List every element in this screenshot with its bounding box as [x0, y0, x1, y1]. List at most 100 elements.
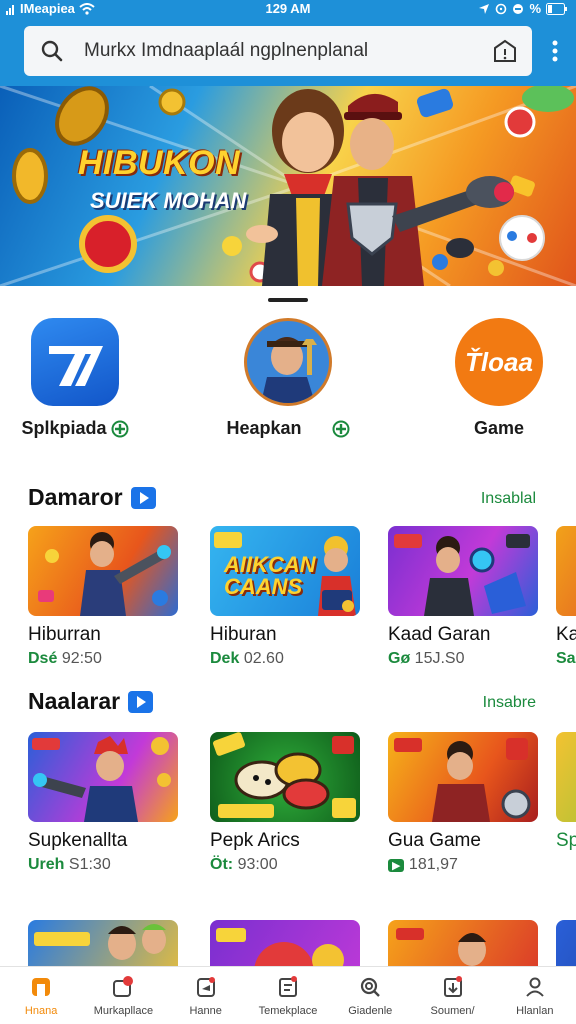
marketplace-icon — [113, 976, 134, 997]
top-app-label: Game — [429, 418, 569, 439]
nav-giadenle[interactable]: Giadenle — [329, 967, 411, 1024]
game-art — [34, 924, 166, 960]
play-icon — [128, 690, 154, 713]
card-value: 93:00 — [237, 856, 278, 873]
nav-home[interactable]: Hnana — [0, 967, 82, 1024]
card-title: Pepk Arics — [210, 830, 300, 851]
game-card[interactable] — [556, 920, 576, 966]
card-value: 02.60 — [243, 650, 284, 667]
game-card[interactable] — [210, 920, 360, 966]
game-card[interactable]: Hiburran Dsé 92:50 — [28, 526, 178, 668]
banner-artwork — [0, 86, 576, 286]
game-card[interactable]: Supkenallta Ureh S1:30 — [28, 732, 178, 874]
section-link-insablal[interactable]: Insablal — [481, 490, 536, 508]
section-link-insabre[interactable]: Insabre — [483, 694, 536, 712]
section-header-damaror[interactable]: Damaror — [28, 484, 156, 511]
game-thumbnail — [388, 526, 538, 616]
top-app-heapkan[interactable]: Heapkan — [218, 318, 358, 439]
battery-percent: % — [529, 1, 541, 16]
card-meta: Dek 02.60 — [210, 650, 360, 668]
section-title: Damaror — [28, 484, 123, 510]
verified-badge-icon — [111, 420, 129, 437]
game-art — [32, 736, 171, 822]
game-art — [213, 732, 356, 818]
game-card[interactable] — [388, 920, 538, 966]
app-logo-icon — [49, 346, 103, 386]
card-row-damaror: Hiburran Dsé 92:50 AIIKCAN CAANS Hiburan… — [28, 526, 576, 686]
search-input[interactable]: Murkx Imdnaaplaál ngplnenplanal — [84, 40, 492, 62]
app-tile-game[interactable]: Ťloaa — [455, 318, 543, 406]
card-row-naalarar: Supkenallta Ureh S1:30 Pepk Arics Öt: 93… — [28, 732, 576, 892]
nav-hlanlan[interactable]: Hlanlan — [494, 967, 576, 1024]
nav-label: Murkapllace — [93, 1005, 154, 1017]
game-card[interactable]: Ka Sal — [556, 526, 576, 668]
game-thumbnail — [556, 732, 576, 822]
card-meta: Ureh S1:30 — [28, 856, 178, 874]
card-tag: Dsé — [28, 650, 58, 667]
dnd-icon — [513, 3, 524, 14]
app-header: IMeapiea 129 AM % Murkx Imdnaaplaál ngpl… — [0, 0, 576, 86]
play-icon — [130, 486, 156, 509]
nav-label: Hnana — [24, 1005, 58, 1017]
card-meta: Dsé 92:50 — [28, 650, 178, 668]
card-meta: Öt: 93:00 — [210, 856, 360, 874]
more-vert-icon[interactable] — [552, 40, 558, 62]
game-card[interactable]: Sp — [556, 732, 576, 852]
status-right: % — [478, 1, 568, 16]
card-title: Sp — [556, 830, 576, 851]
search-bar[interactable]: Murkx Imdnaaplaál ngplnenplanal — [24, 26, 532, 76]
nav-hanne[interactable]: Hanne — [165, 967, 247, 1024]
card-value: 15J.S0 — [414, 650, 465, 667]
nav-label: Giadenle — [348, 1005, 393, 1017]
top-app-label: Heapkan — [218, 418, 358, 439]
store-icon[interactable] — [492, 38, 518, 64]
top-app-label: Splkpiada — [5, 418, 145, 439]
location-icon — [479, 3, 490, 14]
person-icon — [526, 977, 544, 997]
app-tile-text: Ťloaa — [465, 346, 533, 377]
card-tag: Sal — [556, 650, 576, 667]
app-tile-heapkan[interactable] — [244, 318, 332, 406]
app-screen: IMeapiea 129 AM % Murkx Imdnaaplaál ngpl… — [0, 0, 576, 1024]
apps-icon — [278, 976, 297, 997]
card-meta: Gø 15J.S0 — [388, 650, 538, 668]
card-meta: Sal — [556, 650, 576, 668]
game-thumbnail — [28, 526, 178, 616]
nav-marketplace[interactable]: Murkapllace — [82, 967, 164, 1024]
game-art — [394, 738, 531, 822]
card-row-partial — [28, 920, 576, 966]
game-card[interactable] — [28, 920, 178, 966]
section-header-naalarar[interactable]: Naalarar — [28, 688, 154, 715]
card-tag: Dek — [210, 650, 240, 667]
app-tile-splkpiada[interactable] — [31, 318, 119, 406]
alarm-icon — [496, 3, 507, 14]
game-card[interactable]: Gua Game ▶ 181,97 — [388, 732, 538, 874]
nav-label: Hlanlan — [516, 1005, 554, 1017]
game-card[interactable]: AIIKCAN CAANS Hiburan Dek 02.60 — [210, 526, 360, 668]
top-app-name: Splkpiada — [21, 418, 107, 438]
game-thumbnail: AIIKCAN CAANS — [210, 526, 360, 616]
card-meta: ▶ 181,97 — [388, 856, 538, 874]
game-thumbnail — [28, 732, 178, 822]
game-card[interactable]: Kaad Garan Gø 15J.S0 — [388, 526, 538, 668]
battery-icon — [546, 2, 567, 15]
card-value: S1:30 — [68, 856, 111, 873]
nav-temekplace[interactable]: Temekplace — [247, 967, 329, 1024]
top-app-game[interactable]: Ťloaa Game — [429, 318, 569, 439]
card-tag: Gø — [388, 650, 411, 667]
section-title: Naalarar — [28, 688, 121, 714]
top-app-name: Game — [473, 418, 525, 438]
home-icon — [32, 978, 51, 996]
drag-handle[interactable] — [268, 298, 308, 302]
game-thumbnail — [556, 920, 576, 966]
banner-title: HIBUKON — [78, 144, 241, 182]
banner-subtitle: SUIEK MOHAN — [90, 188, 247, 213]
promo-banner[interactable]: HIBUKON SUIEK MOHAN — [0, 86, 576, 286]
nav-label: Soumen/ — [430, 1005, 475, 1017]
game-card[interactable]: Pepk Arics Öt: 93:00 — [210, 732, 360, 874]
status-bar: IMeapiea 129 AM % — [0, 0, 576, 20]
card-tag: ▶ — [388, 859, 405, 872]
nav-soumen[interactable]: Soumen/ — [411, 967, 493, 1024]
top-app-splkpiada[interactable]: Splkpiada — [5, 318, 145, 439]
character-avatar-icon — [247, 321, 329, 403]
